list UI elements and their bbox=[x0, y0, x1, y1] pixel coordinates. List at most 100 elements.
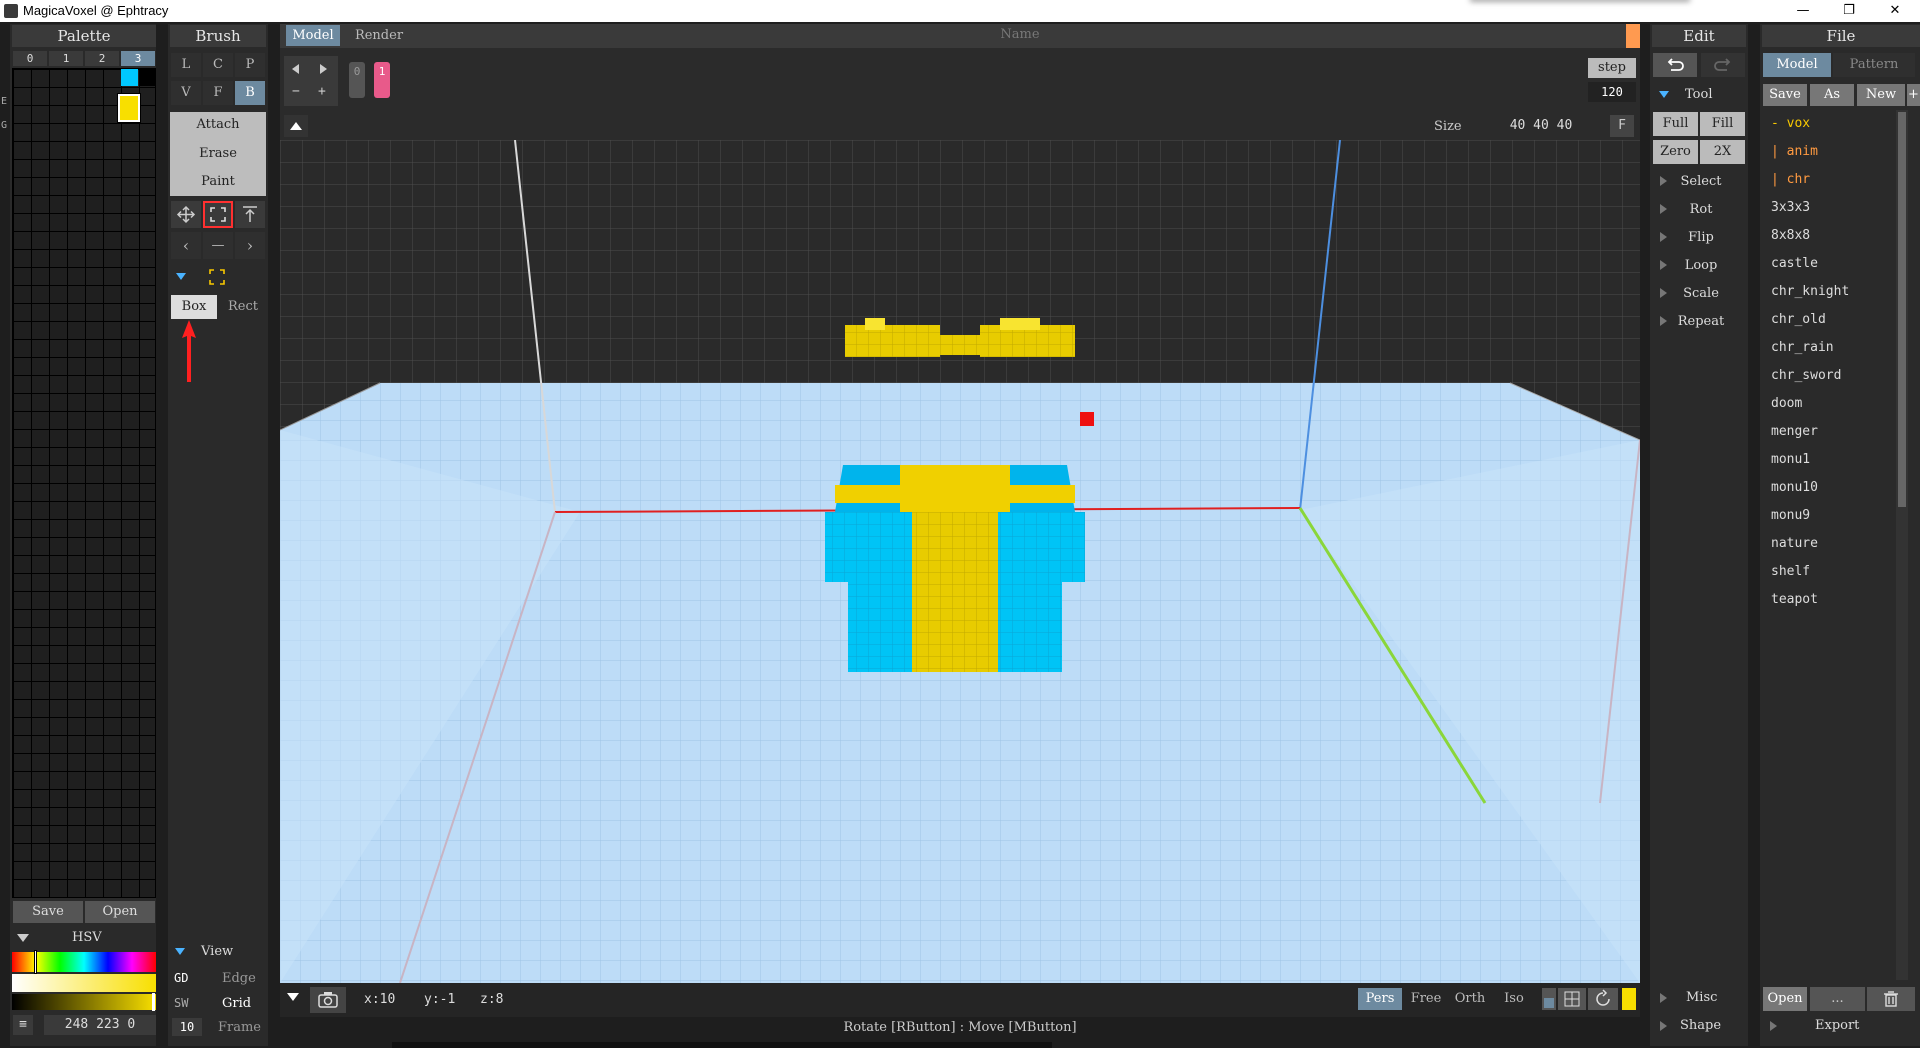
palette-swatch-cyan[interactable] bbox=[121, 69, 138, 86]
box-select-tool-button[interactable] bbox=[203, 201, 233, 228]
zero-button[interactable]: Zero bbox=[1653, 140, 1698, 164]
full-button[interactable]: Full bbox=[1653, 112, 1698, 136]
grid-view-button[interactable] bbox=[1558, 988, 1586, 1010]
bottombar-collapse-icon[interactable] bbox=[287, 993, 299, 1001]
brush-f-button[interactable]: F bbox=[203, 81, 233, 105]
iso-button[interactable]: Iso bbox=[1492, 988, 1536, 1010]
size-field[interactable]: 40 40 40 bbox=[1478, 115, 1604, 137]
redo-button[interactable] bbox=[1701, 53, 1745, 77]
frame-0-button[interactable]: 0 bbox=[349, 62, 365, 98]
shape-section[interactable]: Shape bbox=[1680, 1018, 1721, 1033]
brush-p-button[interactable]: P bbox=[235, 53, 265, 77]
file-item[interactable]: chr_rain bbox=[1771, 340, 1834, 355]
fill-button[interactable]: Fill bbox=[1700, 112, 1745, 136]
file-browse-button[interactable]: ... bbox=[1810, 987, 1865, 1011]
file-item[interactable]: menger bbox=[1771, 424, 1818, 439]
flip-section[interactable]: Flip bbox=[1676, 230, 1726, 245]
toolbar-expand-button[interactable] bbox=[284, 115, 308, 137]
previous-button[interactable]: ‹ bbox=[171, 232, 201, 259]
minimize-button[interactable]: — bbox=[1780, 0, 1826, 22]
frame-toggle[interactable]: Frame bbox=[218, 1020, 261, 1035]
close-button[interactable]: ✕ bbox=[1872, 0, 1918, 22]
brush-v-button[interactable]: V bbox=[171, 81, 201, 105]
rot-section[interactable]: Rot bbox=[1676, 202, 1726, 217]
subfolder-chr[interactable]: | chr bbox=[1771, 172, 1810, 187]
palette-tab-2[interactable]: 2 bbox=[85, 51, 119, 66]
saturation-slider[interactable] bbox=[12, 974, 156, 992]
palette-open-button[interactable]: Open bbox=[85, 901, 155, 923]
file-list-scrollbar-thumb[interactable] bbox=[1898, 112, 1906, 507]
file-model-tab[interactable]: Model bbox=[1763, 53, 1831, 77]
hsv-collapse-icon[interactable] bbox=[17, 934, 29, 942]
attach-mode-button[interactable]: Attach bbox=[170, 117, 266, 132]
file-pattern-tab[interactable]: Pattern bbox=[1833, 53, 1915, 77]
file-item[interactable]: chr_knight bbox=[1771, 284, 1849, 299]
double-button[interactable]: 2X bbox=[1700, 140, 1745, 164]
file-item[interactable]: monu9 bbox=[1771, 508, 1810, 523]
gd-toggle[interactable]: GD bbox=[174, 971, 188, 985]
frame-remove-icon[interactable]: − bbox=[292, 84, 300, 99]
render-tab[interactable]: Render bbox=[345, 25, 413, 46]
file-delete-button[interactable] bbox=[1867, 987, 1915, 1011]
next-button[interactable]: › bbox=[235, 232, 265, 259]
free-button[interactable]: Free bbox=[1404, 988, 1448, 1010]
paint-mode-button[interactable]: Paint bbox=[170, 174, 266, 189]
misc-section[interactable]: Misc bbox=[1686, 990, 1717, 1005]
undo-button[interactable] bbox=[1653, 53, 1697, 77]
grid-toggle[interactable]: Grid bbox=[222, 996, 251, 1011]
pers-button[interactable]: Pers bbox=[1358, 988, 1402, 1010]
file-item[interactable]: doom bbox=[1771, 396, 1802, 411]
repeat-expand-icon[interactable] bbox=[1660, 316, 1667, 326]
palette-save-button[interactable]: Save bbox=[13, 901, 83, 923]
minus-button[interactable]: — bbox=[203, 232, 233, 259]
flip-expand-icon[interactable] bbox=[1660, 232, 1667, 242]
view-collapse-icon[interactable] bbox=[175, 948, 185, 955]
shape-collapse-icon[interactable] bbox=[176, 273, 186, 280]
palette-tab-3[interactable]: 3 bbox=[121, 51, 155, 66]
file-save-button[interactable]: Save bbox=[1763, 84, 1807, 106]
export-section[interactable]: Export bbox=[1815, 1018, 1859, 1033]
rot-expand-icon[interactable] bbox=[1660, 204, 1667, 214]
file-item[interactable]: castle bbox=[1771, 256, 1818, 271]
shape-expand-icon[interactable] bbox=[1660, 1021, 1667, 1031]
color-menu-icon[interactable]: ≡ bbox=[13, 1015, 33, 1035]
brush-c-button[interactable]: C bbox=[203, 53, 233, 77]
scale-expand-icon[interactable] bbox=[1660, 288, 1667, 298]
file-item[interactable]: nature bbox=[1771, 536, 1818, 551]
file-item[interactable]: chr_sword bbox=[1771, 368, 1841, 383]
erase-mode-button[interactable]: Erase bbox=[170, 146, 266, 161]
file-item[interactable]: shelf bbox=[1771, 564, 1810, 579]
palette-color-grid[interactable] bbox=[12, 68, 156, 898]
file-item[interactable]: monu1 bbox=[1771, 452, 1810, 467]
extrude-tool-button[interactable] bbox=[235, 201, 265, 228]
file-add-button[interactable]: + bbox=[1907, 84, 1920, 106]
rect-shape-button[interactable]: Rect bbox=[220, 295, 266, 319]
value-slider[interactable] bbox=[12, 994, 156, 1010]
frame-prev-icon[interactable] bbox=[292, 64, 299, 74]
select-section[interactable]: Select bbox=[1676, 174, 1726, 189]
file-item[interactable]: chr_old bbox=[1771, 312, 1826, 327]
model-name-field[interactable]: Name bbox=[990, 27, 1050, 42]
reset-view-button[interactable] bbox=[1588, 988, 1618, 1010]
file-open-button[interactable]: Open bbox=[1763, 987, 1807, 1011]
color-value-field[interactable]: 248 223 0 bbox=[44, 1015, 156, 1035]
repeat-section[interactable]: Repeat bbox=[1676, 314, 1726, 329]
file-item[interactable]: 8x8x8 bbox=[1771, 228, 1810, 243]
size-fit-button[interactable]: F bbox=[1610, 115, 1634, 137]
orth-button[interactable]: Orth bbox=[1448, 988, 1492, 1010]
brush-l-button[interactable]: L bbox=[171, 53, 201, 77]
file-item[interactable]: monu10 bbox=[1771, 480, 1818, 495]
scale-section[interactable]: Scale bbox=[1676, 286, 1726, 301]
frame-add-icon[interactable]: + bbox=[318, 84, 326, 99]
select-expand-icon[interactable] bbox=[1660, 176, 1667, 186]
loop-section[interactable]: Loop bbox=[1676, 258, 1726, 273]
export-expand-icon[interactable] bbox=[1770, 1021, 1777, 1031]
file-save-as-button[interactable]: As bbox=[1810, 84, 1854, 106]
step-value[interactable]: 120 bbox=[1588, 82, 1636, 102]
tool-collapse-icon[interactable] bbox=[1659, 91, 1669, 98]
subfolder-anim[interactable]: | anim bbox=[1771, 144, 1818, 159]
box-shape-button[interactable]: Box bbox=[171, 295, 217, 319]
frame-1-button[interactable]: 1 bbox=[374, 62, 390, 98]
palette-tab-1[interactable]: 1 bbox=[49, 51, 83, 66]
misc-expand-icon[interactable] bbox=[1660, 993, 1667, 1003]
